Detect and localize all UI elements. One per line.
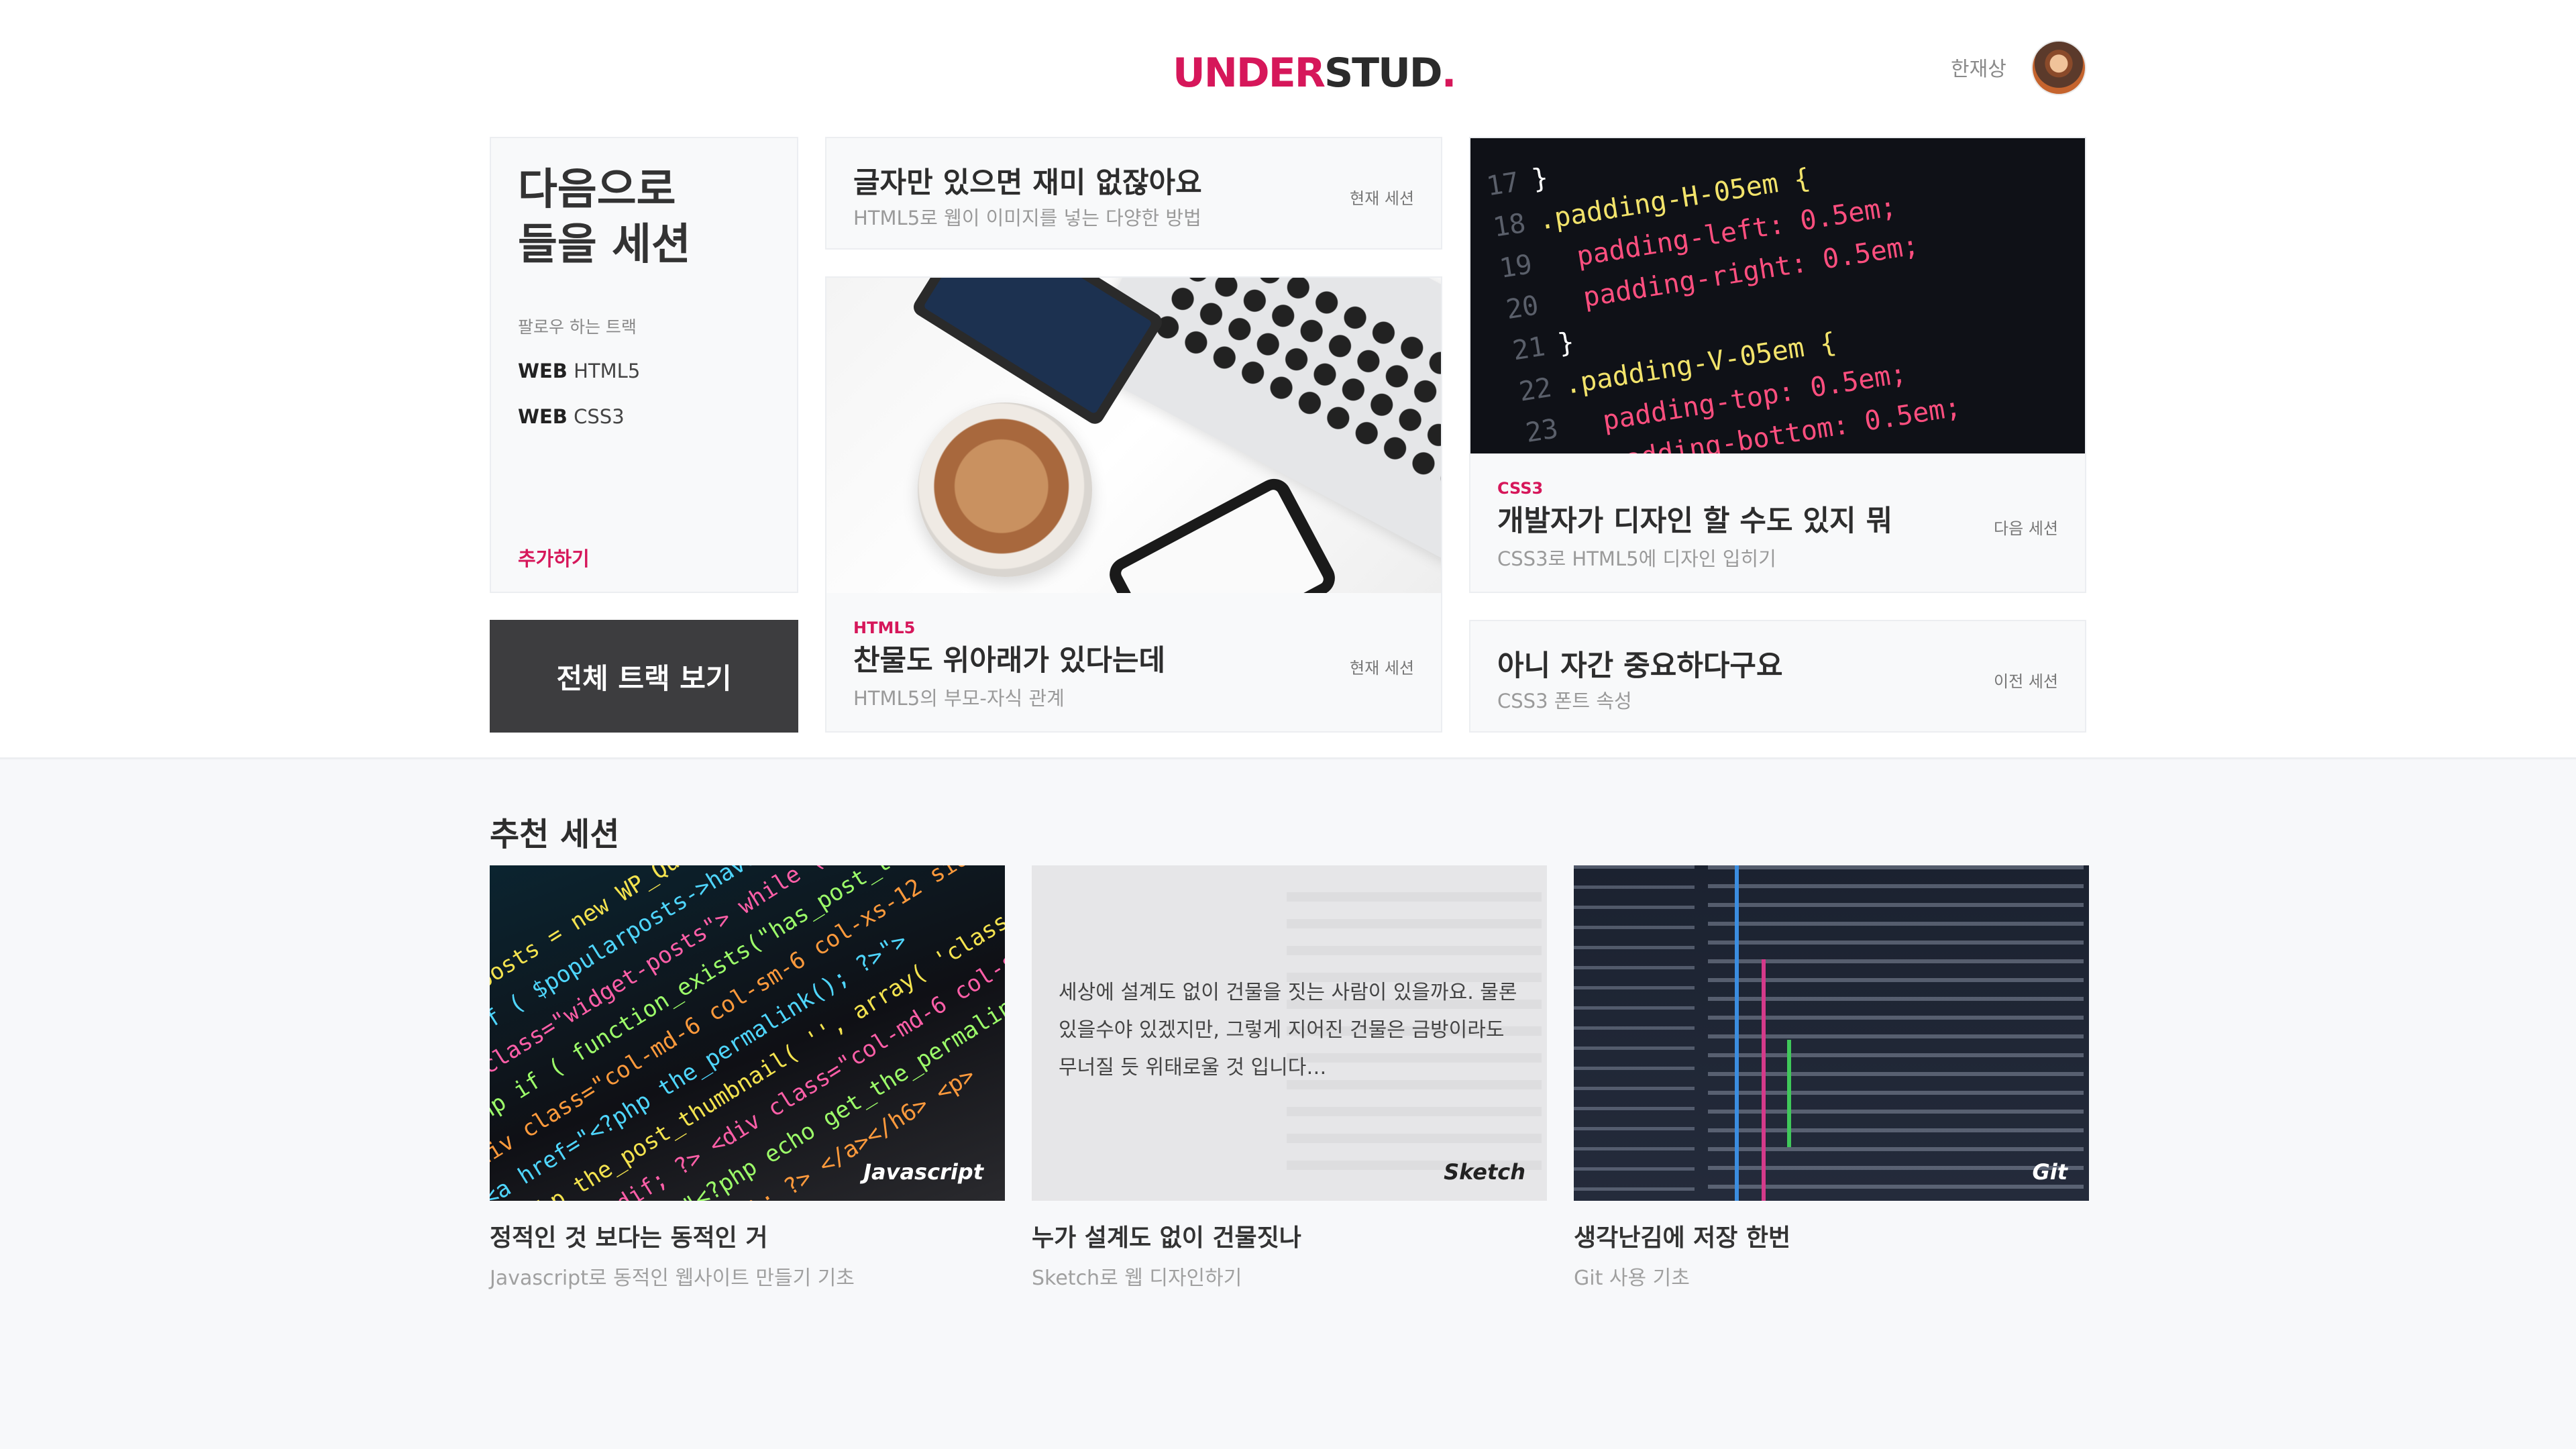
session-card-2[interactable]: HTML5 찬물도 위아래가 있다는데 HTML5의 부모-자식 관계 현재 세… bbox=[825, 276, 1442, 733]
thumbnail-label: Javascript bbox=[863, 1159, 983, 1185]
coffee-laptop-photo bbox=[826, 278, 1441, 593]
git-thumbnail: Git bbox=[1574, 865, 2089, 1201]
next-sessions-title: 다음으로 들을 세션 bbox=[518, 162, 691, 272]
track-prefix: WEB bbox=[518, 405, 568, 428]
recommended-desc: Javascript로 동적인 웹사이트 만들기 기초 bbox=[490, 1267, 855, 1290]
track-item-html5[interactable]: WEB HTML5 bbox=[518, 360, 640, 382]
session-title: 개발자가 디자인 할 수도 있지 뭐 bbox=[1497, 504, 1893, 538]
session-card-4[interactable]: 아니 자간 중요하다구요 CSS3 폰트 속성 이전 세션 bbox=[1469, 620, 2086, 733]
recommended-desc: Sketch로 웹 디자인하기 bbox=[1032, 1267, 1242, 1290]
track-name: HTML5 bbox=[574, 360, 641, 382]
session-tag: CSS3 bbox=[1497, 479, 1544, 498]
view-all-tracks-button[interactable]: 전체 트랙 보기 bbox=[490, 620, 798, 733]
user-name[interactable]: 한재상 bbox=[1951, 56, 2006, 83]
code-lines: 17} 18 .padding-H-05em {19 padding-left: 0… bbox=[1470, 138, 2085, 453]
recommended-desc: Git 사용 기초 bbox=[1574, 1267, 1690, 1290]
javascript-code-art: $popularposts = new WP_Query( array( 'or… bbox=[490, 865, 1005, 1201]
track-item-css3[interactable]: WEB CSS3 bbox=[518, 405, 625, 428]
next-title-line-1: 다음으로 bbox=[518, 165, 676, 215]
sketch-overlay-text: 세상에 설계도 없이 건물을 짓는 사람이 있을까요. 물론 있을수야 있겠지만… bbox=[1059, 981, 1517, 1079]
session-desc: HTML5로 웹이 이미지를 넣는 다양한 방법 bbox=[853, 207, 1201, 229]
session-status: 현재 세션 bbox=[1350, 659, 1414, 678]
next-title-line-2: 들을 세션 bbox=[518, 220, 691, 270]
session-title: 찬물도 위아래가 있다는데 bbox=[853, 644, 1166, 678]
session-status: 현재 세션 bbox=[1350, 189, 1414, 208]
session-desc: CSS3 폰트 속성 bbox=[1497, 690, 1632, 712]
track-prefix: WEB bbox=[518, 360, 568, 382]
logo-part-2: STUD bbox=[1324, 50, 1443, 97]
code-text: } bbox=[1556, 326, 1577, 360]
avatar[interactable] bbox=[2031, 40, 2086, 95]
session-card-3[interactable]: 17} 18 .padding-H-05em {19 padding-left: 0… bbox=[1469, 137, 2086, 593]
add-track-link[interactable]: 추가하기 bbox=[518, 543, 590, 572]
session-card-1[interactable]: 글자만 있으면 재미 없잖아요 HTML5로 웹이 이미지를 넣는 다양한 방법… bbox=[825, 137, 1442, 250]
recommended-card-sketch[interactable]: 세상에 설계도 없이 건물을 짓는 사람이 있을까요. 물론 있을수야 있겠지만… bbox=[1032, 865, 1547, 1291]
session-status: 다음 세션 bbox=[1994, 519, 2058, 538]
recommended-card-git[interactable]: Git 생각난김에 저장 한번 Git 사용 기초 bbox=[1574, 865, 2089, 1291]
recommended-title: 추천 세션 bbox=[490, 816, 620, 853]
git-branch-line bbox=[1787, 1040, 1791, 1147]
git-branch-line bbox=[1735, 865, 1739, 1201]
recommended-name: 생각난김에 저장 한번 bbox=[1574, 1224, 1791, 1252]
css-code-photo: 17} 18 .padding-H-05em {19 padding-left: 0… bbox=[1470, 138, 2085, 453]
coffee-cup-shape bbox=[918, 402, 1092, 577]
session-desc: CSS3로 HTML5에 디자인 입히기 bbox=[1497, 547, 1776, 570]
next-sessions-card: 다음으로 들을 세션 팔로우 하는 트랙 WEB HTML5 WEB CSS3 … bbox=[490, 137, 798, 593]
thumbnail-label: Git bbox=[2032, 1159, 2068, 1185]
track-name: CSS3 bbox=[574, 405, 625, 428]
tablet-shape bbox=[910, 278, 1166, 428]
javascript-thumbnail: $popularposts = new WP_Query( array( 'or… bbox=[490, 865, 1005, 1201]
code-text: } bbox=[1529, 162, 1551, 195]
session-status: 이전 세션 bbox=[1994, 672, 2058, 691]
sketch-thumbnail: 세상에 설계도 없이 건물을 짓는 사람이 있을까요. 물론 있을수야 있겠지만… bbox=[1032, 865, 1547, 1201]
session-title: 아니 자간 중요하다구요 bbox=[1497, 649, 1783, 683]
recommended-name: 정적인 것 보다는 동적인 거 bbox=[490, 1224, 768, 1252]
logo[interactable]: UNDERSTUD. bbox=[1173, 50, 1457, 97]
recommended-name: 누가 설계도 없이 건물짓나 bbox=[1032, 1224, 1301, 1252]
logo-dot: . bbox=[1441, 50, 1457, 97]
git-sidebar-art bbox=[1574, 865, 1695, 1201]
phone-shape bbox=[1103, 472, 1342, 593]
followed-tracks-label: 팔로우 하는 트랙 bbox=[518, 317, 637, 337]
git-branch-line bbox=[1762, 959, 1766, 1201]
thumbnail-label: Sketch bbox=[1444, 1159, 1525, 1185]
session-desc: HTML5의 부모-자식 관계 bbox=[853, 687, 1065, 710]
recommended-card-javascript[interactable]: $popularposts = new WP_Query( array( 'or… bbox=[490, 865, 1005, 1291]
logo-part-1: UNDER bbox=[1173, 50, 1326, 97]
session-tag: HTML5 bbox=[853, 619, 916, 637]
session-title: 글자만 있으면 재미 없잖아요 bbox=[853, 166, 1202, 200]
